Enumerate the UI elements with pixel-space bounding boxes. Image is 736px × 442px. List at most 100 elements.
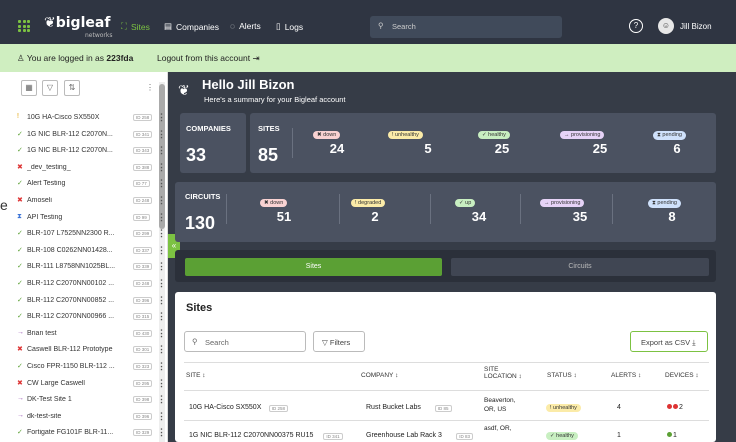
list-item[interactable]: ✖ CW Large Caswell ID 295 ⋮ [14, 376, 168, 393]
company-cell[interactable]: Rust Bucket Labs [366, 404, 421, 411]
sort-icon[interactable]: ⇅ [64, 80, 80, 96]
list-item[interactable]: → dk-test-site ID 396 ⋮ [14, 409, 168, 426]
device-count: 1 [673, 432, 677, 439]
status-pill-up[interactable]: ✓ up [455, 199, 476, 207]
location-cell-line2: OR, US [484, 406, 507, 413]
list-item[interactable]: ✓ BLR-112 C2070NN00852 ... ID 396 ⋮ [14, 293, 168, 310]
more-icon[interactable]: ⋮ [157, 261, 166, 272]
status-icon: ✓ [17, 147, 23, 155]
col-alerts[interactable]: ALERTS ↕ [611, 372, 641, 379]
col-site[interactable]: SITE ↕ [186, 372, 206, 379]
status-icon: ⧗ [17, 212, 22, 220]
header-search-input[interactable]: ⚲ Search [370, 16, 562, 38]
site-id-badge: ID 295 [133, 379, 153, 387]
filter-icon: ▽ [322, 338, 328, 347]
circuits-card[interactable] [175, 182, 716, 242]
help-icon[interactable]: ? [629, 19, 643, 33]
divider [612, 194, 613, 224]
panel-title: Sites [186, 302, 213, 314]
nav-companies[interactable]: ▤ Companies [164, 21, 219, 32]
tab-circuits[interactable]: Circuits [451, 258, 709, 276]
list-item[interactable]: ✖ Amoseli ID 248 ⋮ [14, 193, 168, 210]
nav-sites[interactable]: ⛶ Sites [121, 21, 150, 32]
more-icon[interactable]: ⋮ [157, 278, 166, 289]
nav-alerts[interactable]: ◌ Alerts [230, 21, 261, 31]
status-pill-down[interactable]: ✖ down [260, 199, 288, 207]
user-name[interactable]: Jill Bizon [680, 22, 712, 31]
list-item[interactable]: ! 10G HA-Cisco SX550X ID 258 ⋮ [14, 110, 168, 127]
col-devices-label: DEVICES [665, 372, 694, 379]
export-csv-button[interactable]: Export as CSV ⤓ [630, 331, 708, 352]
company-cell[interactable]: Greenhouse Lab Rack 3 [366, 432, 442, 439]
logout-link[interactable]: Logout from this account ⇥ [157, 53, 260, 64]
list-item[interactable]: ✓ BLR-112 C2070NN00102 ... ID 248 ⋮ [14, 276, 168, 293]
list-item[interactable]: ✓ BLR-112 C2070NN00966 ... ID 315 ⋮ [14, 309, 168, 326]
list-item[interactable]: ✓ BLR-108 C0262NN01428... ID 337 ⋮ [14, 243, 168, 260]
logout-label: Logout from this account [157, 53, 251, 63]
col-status[interactable]: STATUS ↕ [547, 372, 577, 379]
col-location[interactable]: SITE LOCATION ↕ [484, 366, 522, 380]
more-icon[interactable]: ⋮ [157, 129, 166, 140]
col-devices[interactable]: DEVICES ↕ [665, 372, 699, 379]
logout-icon: ⇥ [252, 53, 260, 63]
sites-search-placeholder: Search [205, 338, 229, 347]
site-cell[interactable]: 1G NIC BLR-112 C2070NN00375 RU15 [189, 432, 313, 439]
sidebar-menu-icon[interactable]: ⋮ [146, 83, 154, 92]
more-icon[interactable]: ⋮ [157, 311, 166, 322]
filters-button[interactable]: ▽ Filters [313, 331, 365, 352]
more-icon[interactable]: ⋮ [157, 361, 166, 372]
building-icon: ▤ [164, 21, 173, 31]
bigleaf-logo[interactable]: ❦bigleaf networks [44, 15, 113, 39]
avatar[interactable]: ☺ [658, 18, 674, 34]
col-company[interactable]: COMPANY ↕ [361, 372, 398, 379]
site-name: Amoseli [27, 197, 52, 204]
more-icon[interactable]: ⋮ [157, 394, 166, 405]
banner-prefix: You are logged in as [26, 53, 105, 63]
more-icon[interactable]: ⋮ [157, 328, 166, 339]
more-icon[interactable]: ⋮ [157, 178, 166, 189]
status-pill-down[interactable]: ✖ down [313, 131, 341, 139]
status-pill-provisioning[interactable]: → provisioning [540, 199, 585, 207]
list-item[interactable]: ✓ 1G NIC BLR-112 C2070N... ID 341 ⋮ [14, 127, 168, 144]
more-icon[interactable]: ⋮ [157, 245, 166, 256]
site-cell[interactable]: 10G HA-Cisco SX550X [189, 404, 261, 411]
list-item[interactable]: ✖ _dev_testing_ ID 388 ⋮ [14, 160, 168, 177]
more-icon[interactable]: ⋮ [157, 378, 166, 389]
status-pill-pending[interactable]: ⧗ pending [648, 199, 681, 208]
status-pill-provisioning[interactable]: → provisioning [560, 131, 605, 139]
list-item[interactable]: ⧗ API Testing ID 99 ⋮ [14, 210, 168, 227]
filter-icon[interactable]: ▽ [42, 80, 58, 96]
status-pill-unhealthy[interactable]: ! unhealthy [388, 131, 423, 139]
more-icon[interactable]: ⋮ [157, 212, 166, 223]
more-icon[interactable]: ⋮ [157, 228, 166, 239]
list-item[interactable]: ✓ Cisco FPR-1150 BLR-112 ... ID 323 ⋮ [14, 359, 168, 376]
grid-view-icon[interactable]: ▦ [21, 80, 37, 96]
status-pill-healthy[interactable]: ✓ healthy [478, 131, 510, 139]
site-id-badge: ID 388 [133, 163, 153, 171]
site-id-badge: ID 323 [133, 363, 153, 370]
list-item[interactable]: ✓ 1G NIC BLR-112 C2070N... ID 343 ⋮ [14, 143, 168, 160]
more-icon[interactable]: ⋮ [157, 411, 166, 422]
status-pill-degraded[interactable]: ! degraded [351, 199, 386, 207]
site-id-badge: ID 396 [133, 412, 153, 420]
status-pill-pending[interactable]: ⧗ pending [653, 131, 686, 140]
more-icon[interactable]: ⋮ [157, 145, 166, 156]
list-item[interactable]: → DK-Test Site 1 ID 398 ⋮ [14, 392, 168, 409]
nav-logs[interactable]: ▯ Logs [276, 21, 303, 32]
sites-search-input[interactable]: ⚲ Search [184, 331, 306, 352]
more-icon[interactable]: ⋮ [157, 295, 166, 306]
list-item[interactable]: ✓ BLR-107 L7525NN2300 R... ID 299 ⋮ [14, 226, 168, 243]
list-item[interactable]: ✓ BLR-111 L8758NN1025BL... ID 339 ⋮ [14, 259, 168, 276]
list-item[interactable]: → Brian test ID 430 ⋮ [14, 326, 168, 343]
tab-sites[interactable]: Sites [185, 258, 442, 276]
more-icon[interactable]: ⋮ [157, 344, 166, 355]
app-grid-icon[interactable] [18, 20, 30, 32]
more-icon[interactable]: ⋮ [157, 112, 166, 123]
more-icon[interactable]: ⋮ [157, 427, 166, 438]
more-icon[interactable]: ⋮ [157, 195, 166, 206]
list-item[interactable]: ✓ Fortigate FG101F BLR-11... ID 329 ⋮ [14, 425, 168, 442]
list-item[interactable]: ✓ Alert Testing ID 77 ⋮ [14, 176, 168, 193]
device-count: 2 [679, 404, 683, 411]
list-item[interactable]: ✖ Caswell BLR-112 Prototype ID 301 ⋮ [14, 342, 168, 359]
more-icon[interactable]: ⋮ [157, 162, 166, 173]
